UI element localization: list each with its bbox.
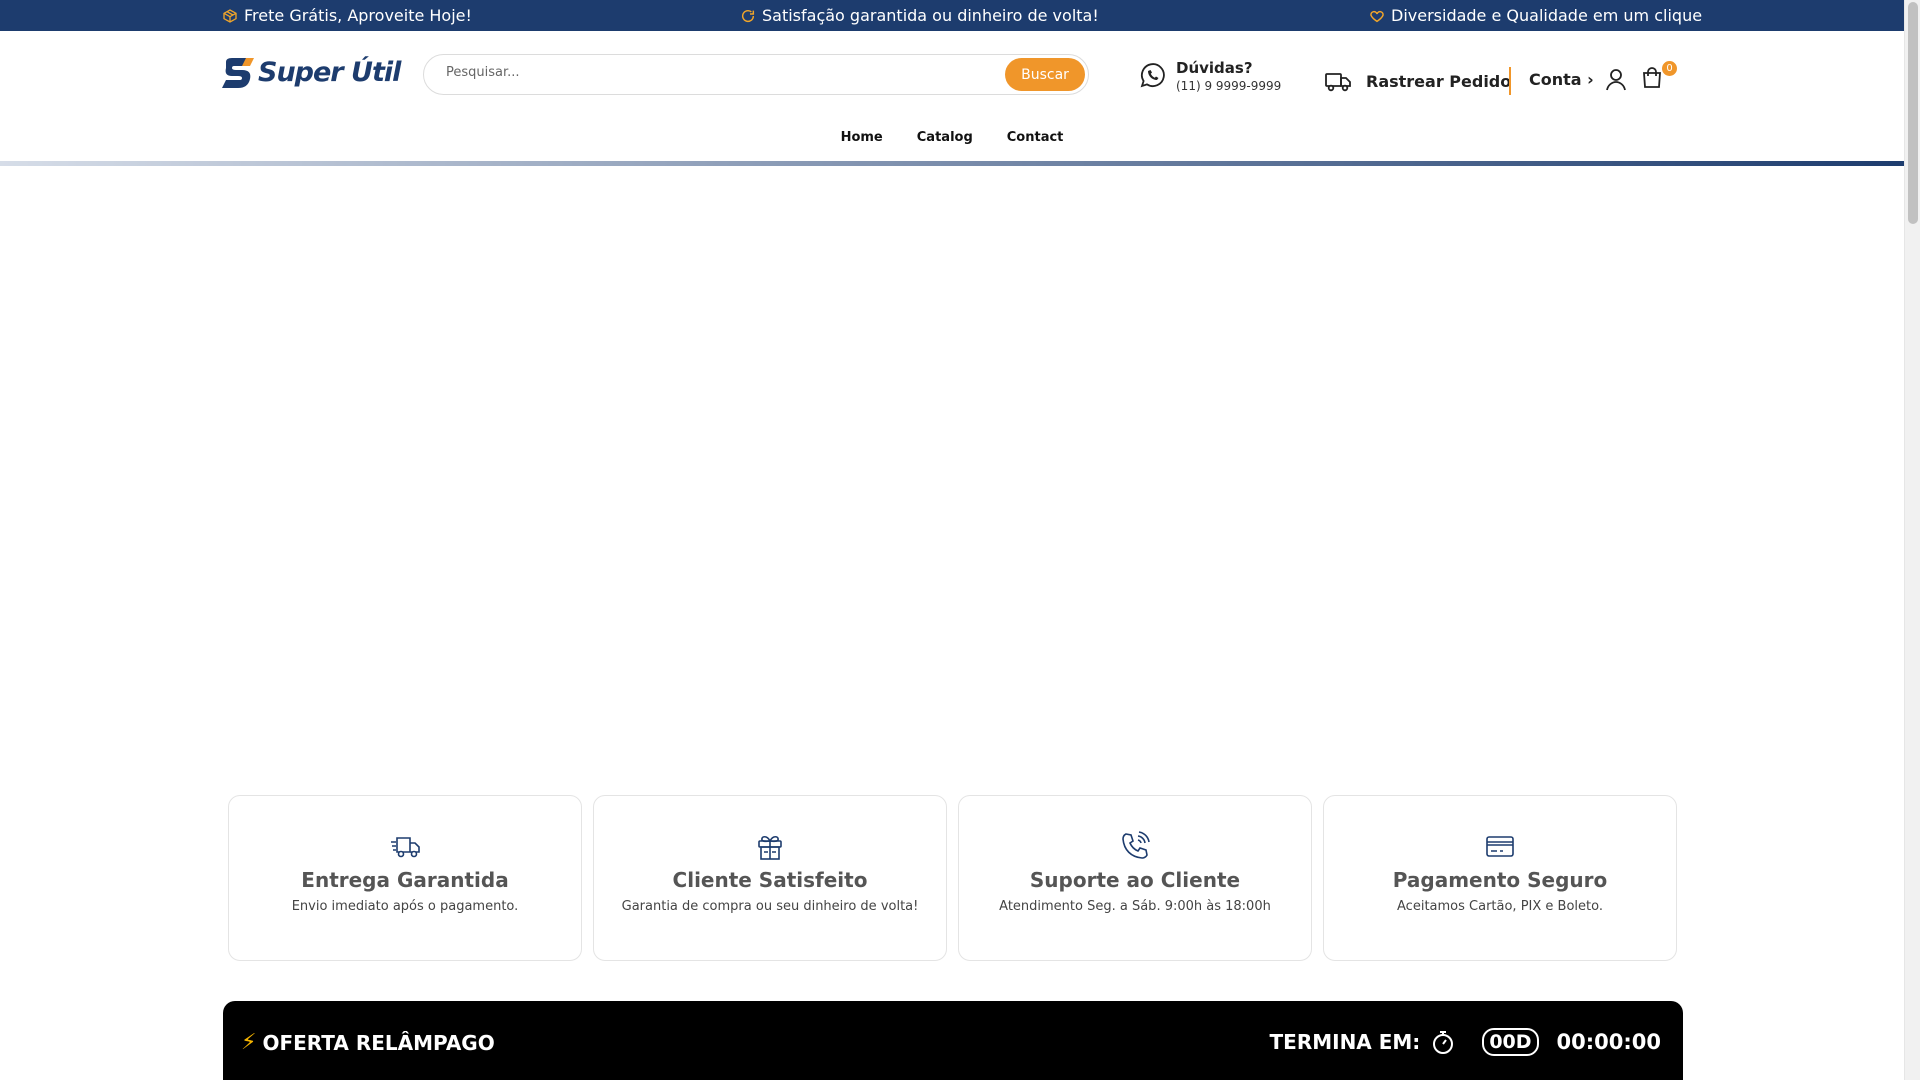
- nav-item-catalog[interactable]: Catalog: [900, 130, 990, 145]
- search-button[interactable]: Buscar: [1005, 58, 1085, 91]
- feature-description: Envio imediato após o pagamento.: [291, 899, 519, 914]
- nav-item-contact[interactable]: Contact: [990, 130, 1081, 145]
- cart-count-badge: 0: [1662, 61, 1677, 76]
- account-menu[interactable]: Conta ›: [1529, 67, 1628, 91]
- cart-button[interactable]: 0: [1640, 61, 1677, 92]
- box-icon: [223, 8, 237, 23]
- flash-sale-banner: ⚡ OFERTA RELÂMPAGO TERMINA EM: 00D 00:00…: [223, 1001, 1683, 1080]
- gift-box-icon: [758, 835, 782, 860]
- search-input[interactable]: [446, 65, 966, 80]
- announcement-text: Satisfação garantida ou dinheiro de volt…: [762, 6, 1099, 25]
- main-nav: Home Catalog Contact: [0, 130, 1904, 145]
- page-scrollbar[interactable]: [1904, 0, 1920, 1080]
- feature-description: Atendimento Seg. a Sáb. 9:00h às 18:00h: [999, 899, 1271, 914]
- shopping-bag-icon: [1643, 67, 1661, 88]
- flash-sale-label: OFERTA RELÂMPAGO: [262, 1030, 495, 1055]
- search-bar: Buscar: [423, 54, 1089, 95]
- refresh-icon: [741, 9, 755, 22]
- announcement-bar: Frete Grátis, Aproveite Hoje! Satisfação…: [0, 0, 1904, 31]
- countdown-label: TERMINA EM:: [1269, 1030, 1421, 1054]
- track-order-label: Rastrear Pedido: [1366, 71, 1512, 91]
- features-row: Entrega Garantida Envio imediato após o …: [228, 795, 1677, 961]
- feature-title: Pagamento Seguro: [1392, 868, 1608, 892]
- logo-mark-icon: [222, 57, 254, 88]
- nav-item-home[interactable]: Home: [824, 130, 900, 145]
- flash-sale-title: ⚡ OFERTA RELÂMPAGO: [241, 1030, 495, 1055]
- site-header: Super Útil Buscar Dúvidas? (11) 9 9999-9…: [0, 31, 1904, 167]
- whatsapp-icon: [1140, 63, 1165, 88]
- feature-card: Cliente Satisfeito Garantia de compra ou…: [593, 795, 947, 961]
- countdown-days: 00D: [1482, 1028, 1539, 1056]
- user-icon: [1605, 69, 1626, 91]
- header-underline: [0, 161, 1904, 166]
- site-logo[interactable]: Super Útil: [222, 57, 401, 88]
- lightning-icon: ⚡: [241, 1030, 257, 1055]
- announcement-free-shipping: Frete Grátis, Aproveite Hoje!: [222, 6, 472, 25]
- feature-title: Cliente Satisfeito: [672, 868, 868, 892]
- announcement-text: Frete Grátis, Aproveite Hoje!: [244, 6, 472, 25]
- announcement-text: Diversidade e Qualidade em um clique: [1391, 6, 1703, 25]
- feature-title: Entrega Garantida: [301, 868, 509, 892]
- feature-card: Suporte ao Cliente Atendimento Seg. a Sá…: [958, 795, 1312, 961]
- announcement-satisfaction: Satisfação garantida ou dinheiro de volt…: [740, 6, 1099, 25]
- track-order-link[interactable]: Rastrear Pedido: [1324, 69, 1511, 93]
- phone-call-icon: [1122, 831, 1150, 859]
- flash-sale-countdown: TERMINA EM: 00D 00:00:00: [1270, 1028, 1661, 1056]
- feature-card: Pagamento Seguro Aceitamos Cartão, PIX e…: [1323, 795, 1677, 961]
- help-title: Dúvidas?: [1176, 59, 1253, 77]
- countdown-time: 00:00:00: [1556, 1030, 1661, 1054]
- feature-description: Aceitamos Cartão, PIX e Boleto.: [1397, 899, 1603, 914]
- stopwatch-icon: [1433, 1031, 1454, 1054]
- help-contact[interactable]: Dúvidas? (11) 9 9999-9999: [1138, 59, 1281, 93]
- help-phone: (11) 9 9999-9999: [1176, 79, 1282, 93]
- header-divider: [1509, 67, 1511, 95]
- announcement-diversity: Diversidade e Qualidade em um clique: [1369, 6, 1702, 25]
- truck-icon: [1325, 73, 1351, 92]
- feature-description: Garantia de compra ou seu dinheiro de vo…: [621, 899, 919, 914]
- heart-icon: [1370, 10, 1384, 22]
- feature-card: Entrega Garantida Envio imediato após o …: [228, 795, 582, 961]
- feature-title: Suporte ao Cliente: [1029, 868, 1241, 892]
- account-label: Conta ›: [1529, 69, 1594, 89]
- credit-card-icon: [1486, 836, 1514, 857]
- logo-wordmark: Super Útil: [258, 57, 401, 88]
- scrollbar-thumb[interactable]: [1908, 2, 1918, 224]
- fast-delivery-icon: [391, 837, 420, 858]
